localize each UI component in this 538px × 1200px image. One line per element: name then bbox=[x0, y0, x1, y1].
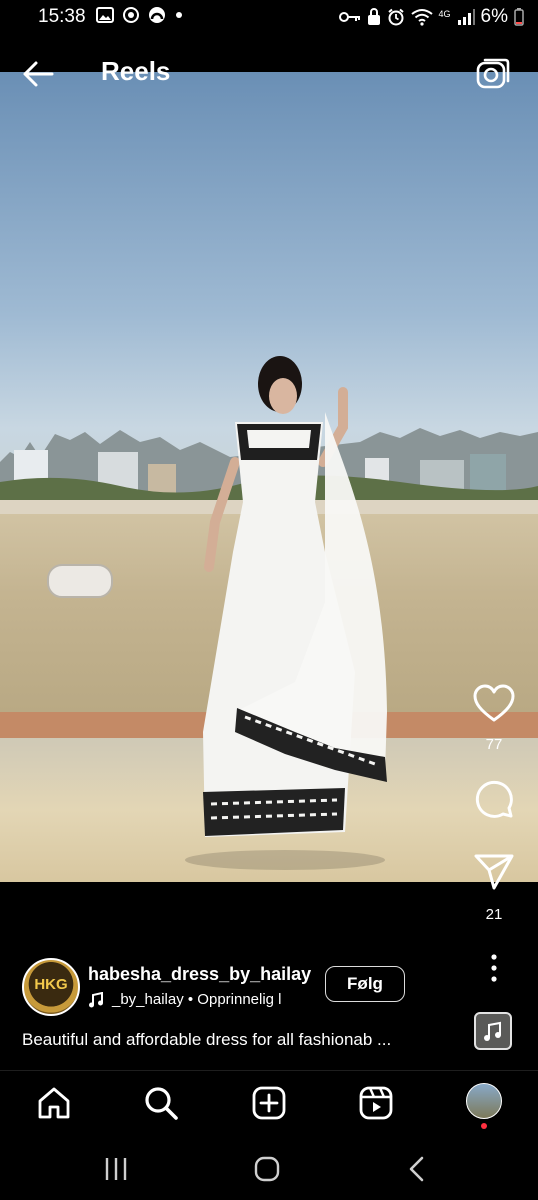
like-count[interactable]: 77 bbox=[472, 736, 516, 753]
battery-icon bbox=[514, 8, 524, 26]
comment-button[interactable] bbox=[472, 778, 516, 818]
home-icon bbox=[38, 1087, 70, 1119]
signal-icon bbox=[457, 9, 475, 25]
notification-dot bbox=[481, 1123, 487, 1129]
back-button[interactable] bbox=[18, 54, 58, 94]
image-icon bbox=[96, 7, 114, 23]
key-icon bbox=[338, 12, 360, 22]
battery-percent: 6% bbox=[480, 6, 508, 27]
wall-lamp-image bbox=[47, 564, 113, 598]
author-username[interactable]: habesha_dress_by_hailay bbox=[88, 964, 311, 985]
status-time: 15:38 bbox=[38, 6, 86, 27]
lock-icon bbox=[367, 8, 380, 25]
music-note-icon bbox=[484, 1021, 501, 1041]
search-icon bbox=[145, 1087, 178, 1120]
status-bar: 15:38 4G 6% bbox=[0, 0, 538, 34]
share-count[interactable]: 21 bbox=[472, 906, 516, 923]
audio-info[interactable]: _by_hailay • Opprinnelig l bbox=[88, 991, 282, 1008]
network-type-label: 4G bbox=[438, 8, 451, 19]
dot-icon bbox=[176, 12, 182, 18]
camera-icon bbox=[476, 58, 510, 89]
reels-header: Reels bbox=[0, 34, 538, 108]
bottom-tab-bar bbox=[0, 1070, 538, 1135]
create-tab[interactable] bbox=[251, 1085, 287, 1121]
at-sign-icon bbox=[123, 7, 139, 23]
audio-thumbnail[interactable] bbox=[474, 1012, 512, 1050]
page-title: Reels bbox=[101, 56, 171, 86]
share-button[interactable] bbox=[472, 852, 516, 892]
wifi-icon bbox=[410, 9, 433, 26]
more-vertical-icon bbox=[491, 954, 497, 982]
like-button[interactable] bbox=[472, 684, 516, 724]
music-note-icon bbox=[89, 991, 103, 1007]
recent-apps-icon bbox=[105, 1158, 127, 1180]
reel-video[interactable] bbox=[0, 72, 538, 882]
plus-square-icon bbox=[252, 1086, 286, 1120]
home-tab[interactable] bbox=[36, 1085, 72, 1121]
profile-tab[interactable] bbox=[466, 1083, 502, 1119]
camera-button[interactable] bbox=[472, 54, 512, 94]
circle-home-icon bbox=[254, 1156, 280, 1182]
follow-button[interactable]: Følg bbox=[325, 966, 405, 1002]
more-options-button[interactable] bbox=[472, 952, 516, 984]
home-button[interactable] bbox=[252, 1154, 282, 1184]
status-notification-icons bbox=[96, 6, 184, 24]
reels-tab[interactable] bbox=[358, 1085, 394, 1121]
arc-icon bbox=[149, 7, 165, 23]
avatar-logo-text: HKG bbox=[34, 976, 68, 993]
status-system-icons: 4G 6% bbox=[338, 6, 524, 28]
alarm-icon bbox=[387, 8, 404, 26]
system-navigation-bar bbox=[0, 1136, 538, 1200]
heart-icon bbox=[473, 684, 515, 722]
search-tab[interactable] bbox=[143, 1085, 179, 1121]
reels-icon bbox=[359, 1086, 393, 1120]
reel-caption[interactable]: Beautiful and affordable dress for all f… bbox=[22, 1030, 462, 1050]
paper-plane-icon bbox=[474, 854, 514, 890]
chevron-left-icon bbox=[409, 1156, 424, 1182]
back-nav-button[interactable] bbox=[402, 1154, 432, 1184]
recent-apps-button[interactable] bbox=[102, 1154, 132, 1184]
arrow-left-icon bbox=[23, 61, 54, 87]
woman-in-white-dress-image bbox=[185, 356, 387, 870]
audio-label: _by_hailay • Opprinnelig l bbox=[112, 991, 282, 1008]
comment-icon bbox=[475, 780, 513, 818]
